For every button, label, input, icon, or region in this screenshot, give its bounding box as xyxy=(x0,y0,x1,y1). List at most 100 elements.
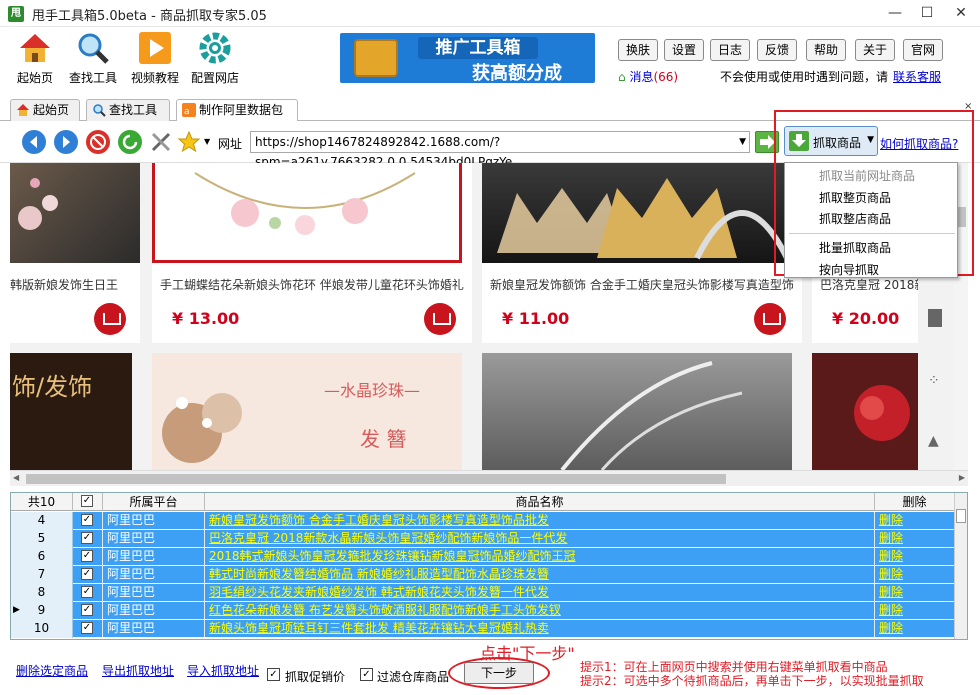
product-title[interactable]: 新娘皇冠发饰额饰 合金手工婚庆皇冠头饰影楼写真造型饰 xyxy=(490,276,798,293)
panel-close-icon[interactable]: × xyxy=(964,101,972,112)
row-product-name-link[interactable]: 韩式时尚新娘发簪结婚饰品 新娘婚纱礼服造型配饰水晶珍珠发簪 xyxy=(205,566,875,584)
row-checkbox[interactable]: ✓ xyxy=(81,514,93,526)
product-image[interactable]: 饰/发饰 xyxy=(10,353,132,470)
product-title[interactable]: 巴洛克皇冠 2018新 xyxy=(820,276,930,293)
favorite-star-icon[interactable] xyxy=(177,130,201,154)
row-delete-link[interactable]: 删除 xyxy=(875,566,955,584)
table-row[interactable]: 6 ✓ 阿里巴巴 2018韩式新娘头饰皇冠发箍批发珍珠镶钻新娘皇冠饰品婚纱配饰王冠 删除 xyxy=(11,548,955,566)
scroll-thumb[interactable] xyxy=(26,474,726,484)
table-row[interactable]: 8 ✓ 阿里巴巴 羽毛绢纱头花发夹新娘婚纱发饰 韩式新娘花夹头饰发簪一件代发 删除 xyxy=(11,584,955,602)
website-button[interactable]: 官网 xyxy=(903,39,943,61)
table-row[interactable]: 5 ✓ 阿里巴巴 巴洛克皇冠 2018新款水晶新娘头饰皇冠婚纱配饰新娘饰品一件代发 删除 xyxy=(11,530,955,548)
promo-price-checkbox[interactable]: ✓ xyxy=(267,668,280,681)
tab-start-page[interactable]: 起始页 xyxy=(10,99,80,121)
chevron-down-icon[interactable]: ▼ xyxy=(739,132,746,152)
tools-icon[interactable] xyxy=(149,130,173,154)
bell-icon[interactable]: ▲ xyxy=(928,433,939,449)
product-image[interactable] xyxy=(152,163,462,263)
product-image[interactable] xyxy=(482,353,792,470)
row-checkbox-cell[interactable]: ✓ xyxy=(73,566,103,584)
row-product-name-link[interactable]: 羽毛绢纱头花发夹新娘婚纱发饰 韩式新娘花夹头饰发簪一件代发 xyxy=(205,584,875,602)
row-checkbox-cell[interactable]: ✓ xyxy=(73,584,103,602)
row-checkbox-cell[interactable]: ✓ xyxy=(73,530,103,548)
product-card[interactable]: 韩版新娘发饰生日王 xyxy=(10,163,140,343)
delete-selected-link[interactable]: 删除选定商品 xyxy=(16,662,88,679)
filter-warehouse-checkbox[interactable]: ✓ xyxy=(360,668,373,681)
bookmark-icon[interactable] xyxy=(928,309,942,327)
tab-alibaba-package[interactable]: a 制作阿里数据包 xyxy=(176,99,298,122)
product-card[interactable]: 手工蝴蝶结花朵新娘头饰花环 伴娘发带儿童花环头饰婚礼 ¥ 13.00 xyxy=(152,163,472,343)
next-step-button[interactable]: 下一步 xyxy=(464,662,534,684)
product-title[interactable]: 韩版新娘发饰生日王 xyxy=(10,276,136,293)
row-checkbox-cell[interactable]: ✓ xyxy=(73,620,103,638)
product-image[interactable] xyxy=(482,163,792,263)
help-button[interactable]: 帮助 xyxy=(806,39,846,61)
menu-item-grab-shop[interactable]: 抓取整店商品 xyxy=(819,210,891,227)
tool-find-tools[interactable]: 查找工具 xyxy=(58,31,128,86)
product-image[interactable]: —水晶珍珠— 发 簪 xyxy=(152,353,462,470)
cart-icon[interactable] xyxy=(94,303,126,335)
product-card[interactable]: 新娘皇冠发饰额饰 合金手工婚庆皇冠头饰影楼写真造型饰 ¥ 11.00 xyxy=(482,163,802,343)
cart-icon[interactable] xyxy=(424,303,456,335)
settings-button[interactable]: 设置 xyxy=(664,39,704,61)
cart-icon[interactable] xyxy=(754,303,786,335)
row-checkbox-cell[interactable]: ✓ xyxy=(73,602,103,620)
promo-banner[interactable]: 推广工具箱 获高额分成 xyxy=(340,33,595,84)
scroll-left-icon[interactable]: ◀ xyxy=(13,473,19,482)
menu-item-grab-current-url[interactable]: 抓取当前网址商品 xyxy=(819,167,915,184)
select-all-checkbox[interactable]: ✓ xyxy=(81,495,93,507)
messages-link[interactable]: ⌂ 消息(66) xyxy=(618,68,678,85)
table-row[interactable]: 7 ✓ 阿里巴巴 韩式时尚新娘发簪结婚饰品 新娘婚纱礼服造型配饰水晶珍珠发簪 删除 xyxy=(11,566,955,584)
menu-item-batch-grab[interactable]: 批量抓取商品 xyxy=(819,239,891,256)
row-product-name-link[interactable]: 新娘皇冠发饰额饰 合金手工婚庆皇冠头饰影楼写真造型饰品批发 xyxy=(205,512,875,530)
row-delete-link[interactable]: 删除 xyxy=(875,548,955,566)
product-title[interactable]: 手工蝴蝶结花朵新娘头饰花环 伴娘发带儿童花环头饰婚礼 xyxy=(160,276,470,293)
row-delete-link[interactable]: 删除 xyxy=(875,584,955,602)
row-delete-link[interactable]: 删除 xyxy=(875,620,955,638)
product-image[interactable] xyxy=(10,163,140,263)
stop-icon[interactable] xyxy=(86,130,110,154)
row-delete-link[interactable]: 删除 xyxy=(875,602,955,620)
row-delete-link[interactable]: 删除 xyxy=(875,512,955,530)
scroll-right-icon[interactable]: ▶ xyxy=(959,473,965,482)
row-checkbox-cell[interactable]: ✓ xyxy=(73,548,103,566)
url-input[interactable]: https://shop1467824892842.1688.com/?spm=… xyxy=(250,131,750,169)
row-checkbox-cell[interactable]: ✓ xyxy=(73,512,103,530)
maximize-icon[interactable]: ☐ xyxy=(912,2,942,24)
row-product-name-link[interactable]: 新娘头饰皇冠项链耳钉三件套批发 精美花卉镶钻大皇冠婚礼热卖 xyxy=(205,620,875,638)
tab-find-tools[interactable]: 查找工具 xyxy=(86,99,170,121)
row-product-name-link[interactable]: 2018韩式新娘头饰皇冠发箍批发珍珠镶钻新娘皇冠饰品婚纱配饰王冠 xyxy=(205,548,875,566)
grid-scrollbar[interactable] xyxy=(954,493,967,639)
row-product-name-link[interactable]: 红色花朵新娘发簪 布艺发簪头饰敬酒服礼服配饰新娘手工头饰发钗 xyxy=(205,602,875,620)
table-row[interactable]: ▶ 9 ✓ 阿里巴巴 红色花朵新娘发簪 布艺发簪头饰敬酒服礼服配饰新娘手工头饰发钗 删除 xyxy=(11,602,955,620)
row-product-name-link[interactable]: 巴洛克皇冠 2018新款水晶新娘头饰皇冠婚纱配饰新娘饰品一件代发 xyxy=(205,530,875,548)
row-checkbox[interactable]: ✓ xyxy=(81,550,93,562)
forward-icon[interactable] xyxy=(54,130,78,154)
table-row[interactable]: 10 ✓ 阿里巴巴 新娘头饰皇冠项链耳钉三件套批发 精美花卉镶钻大皇冠婚礼热卖 删除 xyxy=(11,620,955,638)
row-checkbox[interactable]: ✓ xyxy=(81,622,93,634)
header-select-all[interactable]: ✓ xyxy=(73,493,103,511)
row-checkbox[interactable]: ✓ xyxy=(81,532,93,544)
row-checkbox[interactable]: ✓ xyxy=(81,586,93,598)
table-row[interactable]: 4 ✓ 阿里巴巴 新娘皇冠发饰额饰 合金手工婚庆皇冠头饰影楼写真造型饰品批发 删除 xyxy=(11,512,955,530)
footprint-icon[interactable]: ⁘ xyxy=(928,373,940,389)
export-address-link[interactable]: 导出抓取地址 xyxy=(102,662,174,679)
chevron-down-icon[interactable]: ▼ xyxy=(204,137,210,146)
about-button[interactable]: 关于 xyxy=(855,39,895,61)
skin-button[interactable]: 换肤 xyxy=(618,39,658,61)
minimize-icon[interactable]: — xyxy=(880,2,910,24)
menu-item-wizard-grab[interactable]: 按向导抓取 xyxy=(819,261,879,278)
row-checkbox[interactable]: ✓ xyxy=(81,604,93,616)
close-icon[interactable]: ✕ xyxy=(946,2,976,24)
product-image[interactable] xyxy=(812,353,928,470)
import-address-link[interactable]: 导入抓取地址 xyxy=(187,662,259,679)
tool-configure-shop[interactable]: 配置网店 xyxy=(180,31,250,86)
feedback-button[interactable]: 反馈 xyxy=(757,39,797,61)
refresh-icon[interactable] xyxy=(118,130,142,154)
contact-support-link[interactable]: 联系客服 xyxy=(893,68,941,85)
page-horizontal-scrollbar[interactable]: ◀ ▶ xyxy=(10,470,968,486)
log-button[interactable]: 日志 xyxy=(710,39,750,61)
back-icon[interactable] xyxy=(22,130,46,154)
menu-item-grab-page[interactable]: 抓取整页商品 xyxy=(819,189,891,206)
row-delete-link[interactable]: 删除 xyxy=(875,530,955,548)
